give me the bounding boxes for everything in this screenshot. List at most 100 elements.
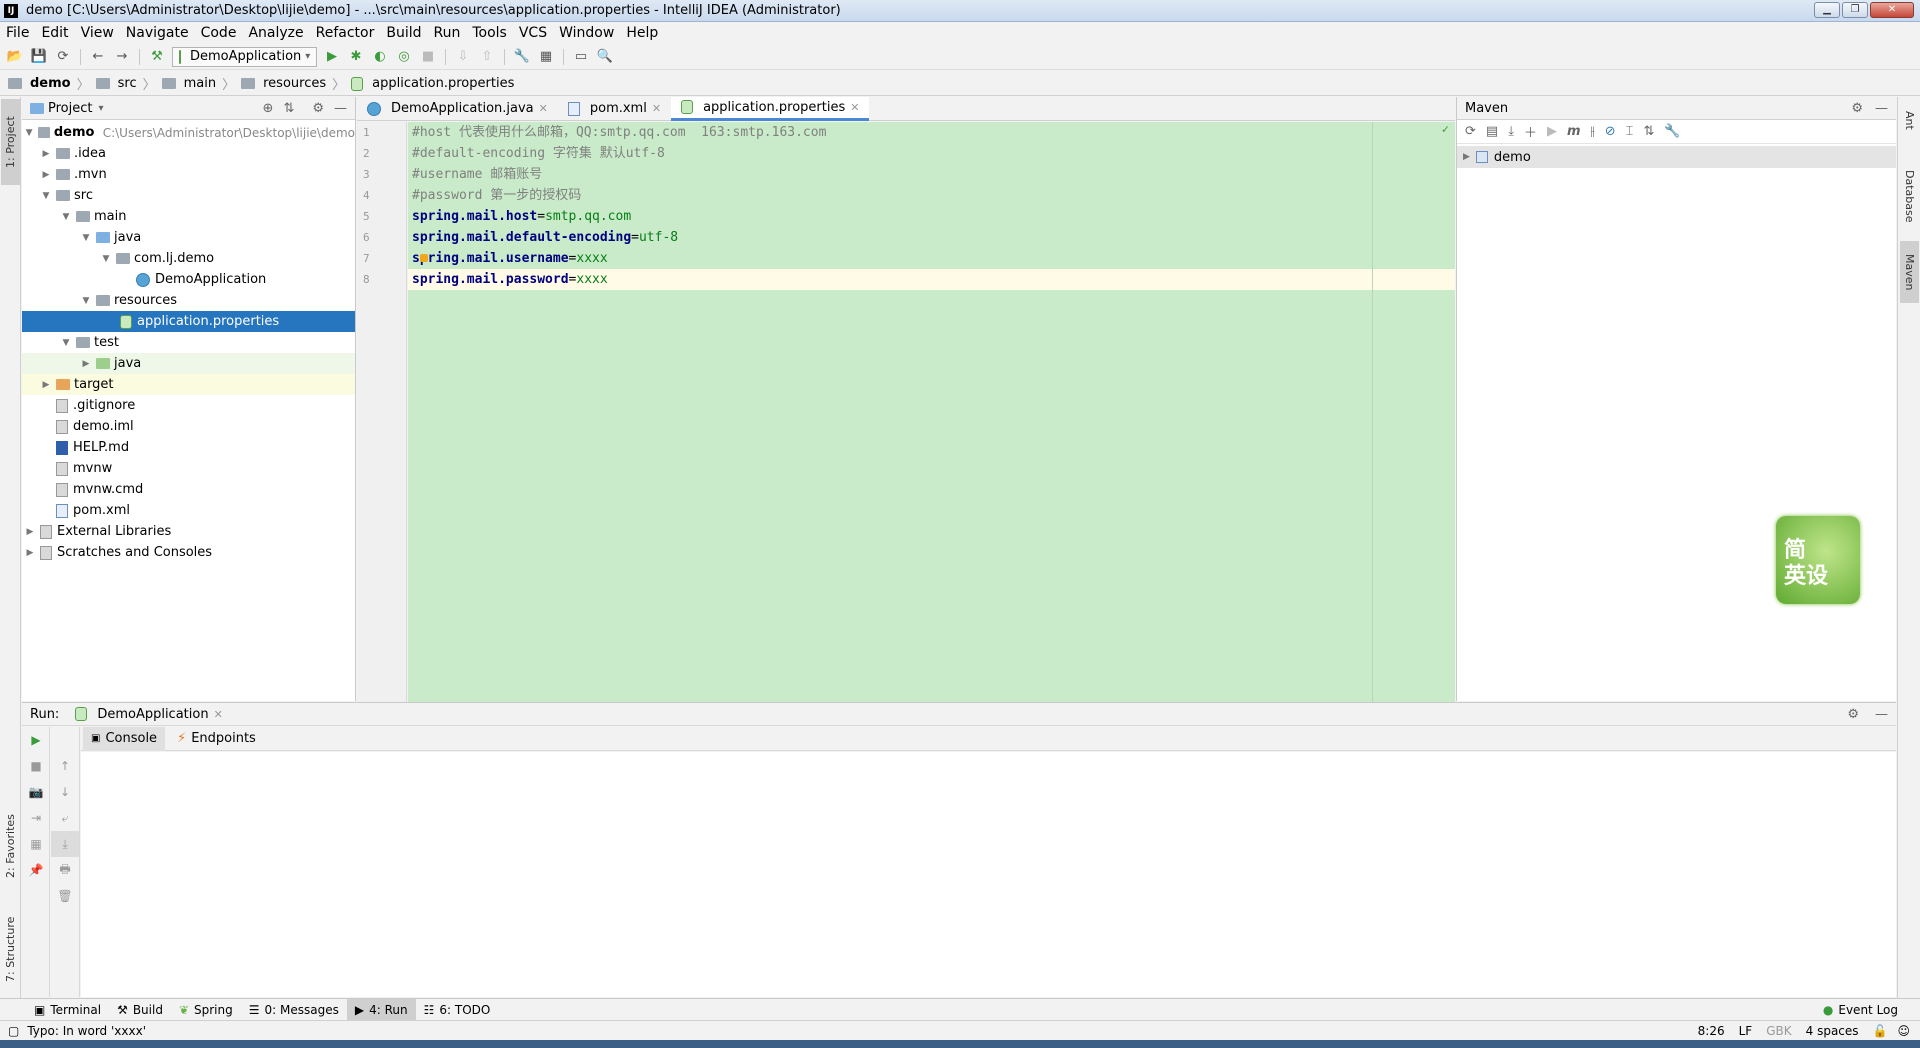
breadcrumb-demo[interactable]: demo: [30, 76, 71, 91]
hide-icon[interactable]: —: [1875, 707, 1888, 722]
locate-icon[interactable]: ⊕: [263, 101, 274, 116]
menu-run[interactable]: Run: [428, 22, 467, 44]
close-icon[interactable]: ✕: [214, 708, 223, 721]
maven-settings-wrench-icon[interactable]: 🔧: [1664, 124, 1680, 139]
profile-icon[interactable]: ◎: [395, 48, 413, 66]
collapse-all-icon[interactable]: ⇅: [1643, 124, 1654, 139]
tab-database[interactable]: Database: [1900, 155, 1919, 237]
notifications-icon[interactable]: ☺: [1897, 1024, 1910, 1038]
layout-icon[interactable]: ▦: [22, 831, 50, 857]
back-arrow-icon[interactable]: ←: [89, 48, 107, 66]
stop-icon[interactable]: ■: [22, 753, 50, 779]
breadcrumb-resources[interactable]: resources: [263, 76, 326, 91]
menu-window[interactable]: Window: [553, 22, 620, 44]
status-toggle-icon[interactable]: ▢: [8, 1024, 19, 1038]
open-folder-icon[interactable]: 📂: [6, 48, 24, 66]
indent-setting[interactable]: 4 spaces: [1806, 1024, 1859, 1038]
lock-icon[interactable]: 🔓: [1873, 1024, 1888, 1038]
rerun-icon[interactable]: ▶: [22, 727, 50, 753]
menu-tools[interactable]: Tools: [466, 22, 513, 44]
chevron-down-icon[interactable]: ▼: [100, 254, 112, 264]
soft-wrap-icon[interactable]: ⤶: [51, 805, 79, 831]
ime-floating-widget[interactable]: 简 英设: [1776, 516, 1860, 604]
menu-vcs[interactable]: VCS: [513, 22, 553, 44]
toggle-offline-icon[interactable]: ⫲: [1591, 124, 1595, 139]
maven-project-row[interactable]: ▶ demo: [1457, 146, 1896, 168]
tree-item-test[interactable]: ▼ test: [22, 332, 355, 353]
tree-item-mvnw-cmd[interactable]: mvnw.cmd: [22, 479, 355, 500]
tree-item-mvn[interactable]: ▶ .mvn: [22, 164, 355, 185]
chevron-down-icon[interactable]: ▼: [40, 191, 52, 201]
inspection-ok-icon[interactable]: ✓: [1442, 122, 1449, 136]
reload-icon[interactable]: ⟳: [1465, 124, 1476, 139]
chevron-right-icon[interactable]: ▶: [40, 380, 52, 390]
arrow-up-icon[interactable]: ↑: [51, 753, 79, 779]
tree-item-package[interactable]: ▼ com.lj.demo: [22, 248, 355, 269]
tree-item-demoapplication[interactable]: DemoApplication: [22, 269, 355, 290]
chevron-down-icon[interactable]: ▼: [24, 128, 34, 138]
chevron-down-icon[interactable]: ▼: [80, 233, 92, 243]
tree-item-target[interactable]: ▶ target: [22, 374, 355, 395]
project-panel-title[interactable]: Project: [48, 101, 92, 116]
run-maven-icon[interactable]: ▶: [1547, 124, 1557, 139]
save-all-icon[interactable]: 💾: [30, 48, 48, 66]
tab-demoapplication-java[interactable]: DemoApplication.java ✕: [357, 97, 558, 121]
forward-arrow-icon[interactable]: →: [113, 48, 131, 66]
chevron-down-icon[interactable]: ▼: [60, 212, 72, 222]
caret-position[interactable]: 8:26: [1698, 1024, 1725, 1038]
print-icon[interactable]: 🖶: [51, 857, 79, 883]
add-icon[interactable]: ＋: [1524, 122, 1537, 141]
tree-item-pom-xml[interactable]: pom.xml: [22, 500, 355, 521]
tree-item-src[interactable]: ▼ src: [22, 185, 355, 206]
intention-bulb-icon[interactable]: [420, 254, 428, 262]
show-dependencies-icon[interactable]: ⌶: [1626, 124, 1634, 139]
tab-console[interactable]: ▣ Console: [83, 726, 166, 751]
hide-icon[interactable]: —: [1875, 101, 1888, 116]
run-icon[interactable]: ▶: [323, 48, 341, 66]
tab-todo[interactable]: ☷ 6: TODO: [416, 999, 499, 1021]
skip-tests-icon[interactable]: ⊘: [1605, 124, 1616, 139]
breadcrumb-file[interactable]: application.properties: [372, 76, 514, 91]
commit-icon[interactable]: ⇧: [478, 48, 496, 66]
chevron-right-icon[interactable]: ▶: [40, 149, 52, 159]
menu-navigate[interactable]: Navigate: [120, 22, 195, 44]
menu-code[interactable]: Code: [195, 22, 243, 44]
tab-application-properties[interactable]: application.properties ✕: [671, 96, 870, 121]
project-structure-icon[interactable]: ▦: [537, 48, 555, 66]
menu-file[interactable]: File: [0, 22, 35, 44]
tree-item-help-md[interactable]: HELP.md: [22, 437, 355, 458]
tab-spring[interactable]: ❦ Spring: [171, 999, 241, 1021]
tree-item-main[interactable]: ▼ main: [22, 206, 355, 227]
hide-icon[interactable]: —: [334, 101, 347, 116]
presentation-icon[interactable]: ▭: [572, 48, 590, 66]
chevron-down-icon[interactable]: ▼: [80, 296, 92, 306]
menu-analyze[interactable]: Analyze: [242, 22, 309, 44]
menu-help[interactable]: Help: [620, 22, 664, 44]
chevron-down-icon[interactable]: ▼: [60, 338, 72, 348]
tab-endpoints[interactable]: ⚡ Endpoints: [169, 727, 264, 751]
build-hammer-icon[interactable]: ⚒: [148, 48, 166, 66]
run-configuration-select[interactable]: DemoApplication ▾: [172, 46, 317, 67]
scroll-to-end-icon[interactable]: ⤓: [51, 831, 79, 857]
close-icon[interactable]: ✕: [652, 102, 661, 115]
gear-icon[interactable]: ⚙: [1847, 707, 1859, 722]
menu-build[interactable]: Build: [380, 22, 427, 44]
menu-refactor[interactable]: Refactor: [310, 22, 381, 44]
sync-icon[interactable]: ⟳: [54, 48, 72, 66]
console-output[interactable]: [81, 752, 1896, 997]
tab-run[interactable]: ▶ 4: Run: [346, 998, 416, 1021]
menu-view[interactable]: View: [75, 22, 120, 44]
tree-item-external-libraries[interactable]: ▶ External Libraries: [22, 521, 355, 542]
close-icon[interactable]: ✕: [850, 101, 859, 114]
update-icon[interactable]: ⇩: [454, 48, 472, 66]
gear-icon[interactable]: ⚙: [312, 101, 324, 116]
tree-item-mvnw[interactable]: mvnw: [22, 458, 355, 479]
chevron-right-icon[interactable]: ▶: [1463, 152, 1470, 162]
tab-structure[interactable]: 7: Structure: [1, 902, 20, 996]
tree-item-idea[interactable]: ▶ .idea: [22, 143, 355, 164]
coverage-icon[interactable]: ◐: [371, 48, 389, 66]
code-editor[interactable]: #host 代表使用什么邮箱，QQ:smtp.qq.com 163:smtp.1…: [408, 122, 1455, 702]
tree-item-java[interactable]: ▼ java: [22, 227, 355, 248]
breadcrumb-main[interactable]: main: [184, 76, 216, 91]
breadcrumb-src[interactable]: src: [118, 76, 137, 91]
